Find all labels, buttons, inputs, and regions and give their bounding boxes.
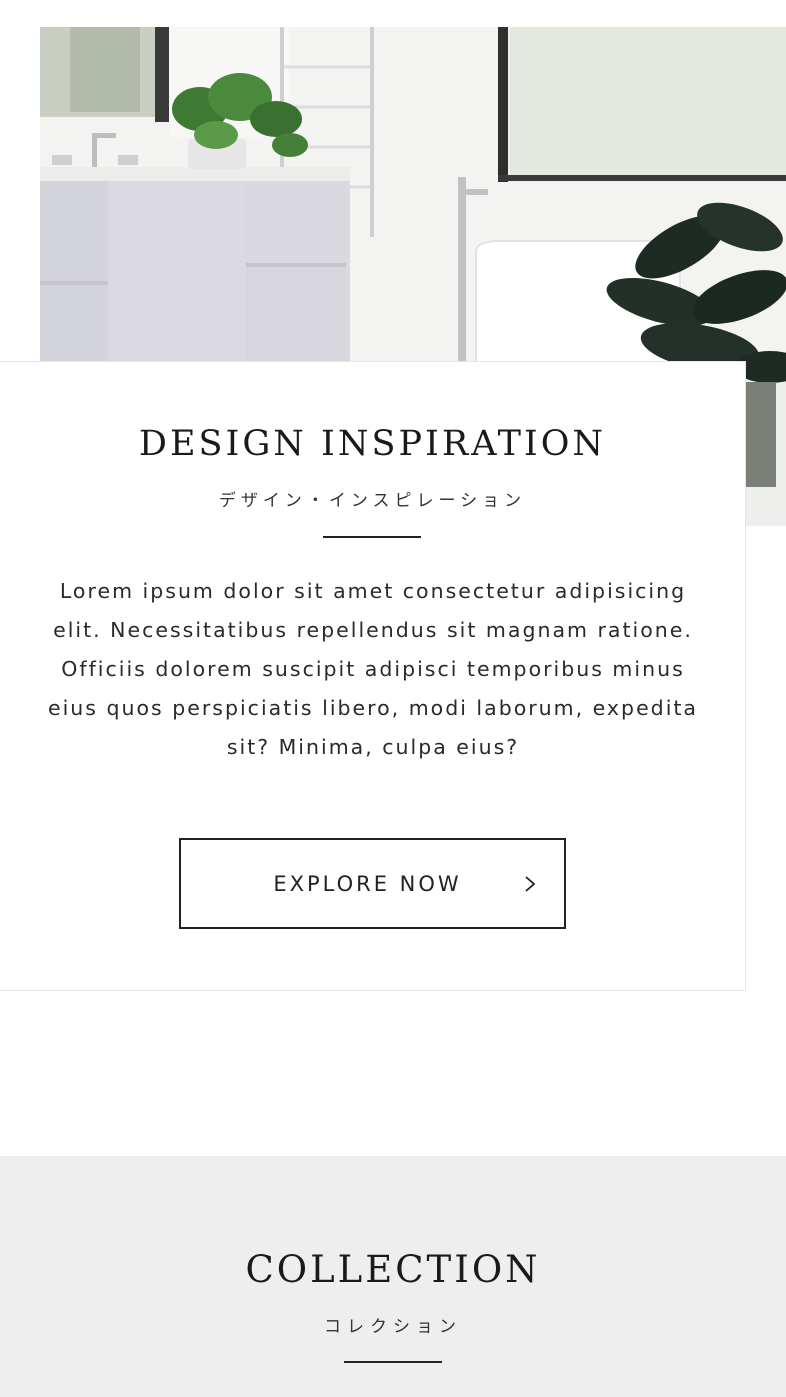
title-divider [323,536,421,538]
collection-divider [344,1361,442,1363]
explore-now-button[interactable]: EXPLORE NOW [179,838,566,929]
section-subtitle: デザイン・インスピレーション [218,491,527,511]
collection-section: COLLECTION コレクション [0,1156,786,1397]
explore-now-label: EXPLORE NOW [273,871,462,896]
section-description: Lorem ipsum dolor sit amet consectetur a… [47,579,698,759]
design-inspiration-card: DESIGN INSPIRATION デザイン・インスピレーション Lorem … [0,361,746,991]
chevron-right-icon [525,876,536,892]
collection-subtitle: コレクション [324,1317,462,1337]
collection-title: COLLECTION [245,1248,541,1291]
section-title: DESIGN INSPIRATION [138,424,607,464]
